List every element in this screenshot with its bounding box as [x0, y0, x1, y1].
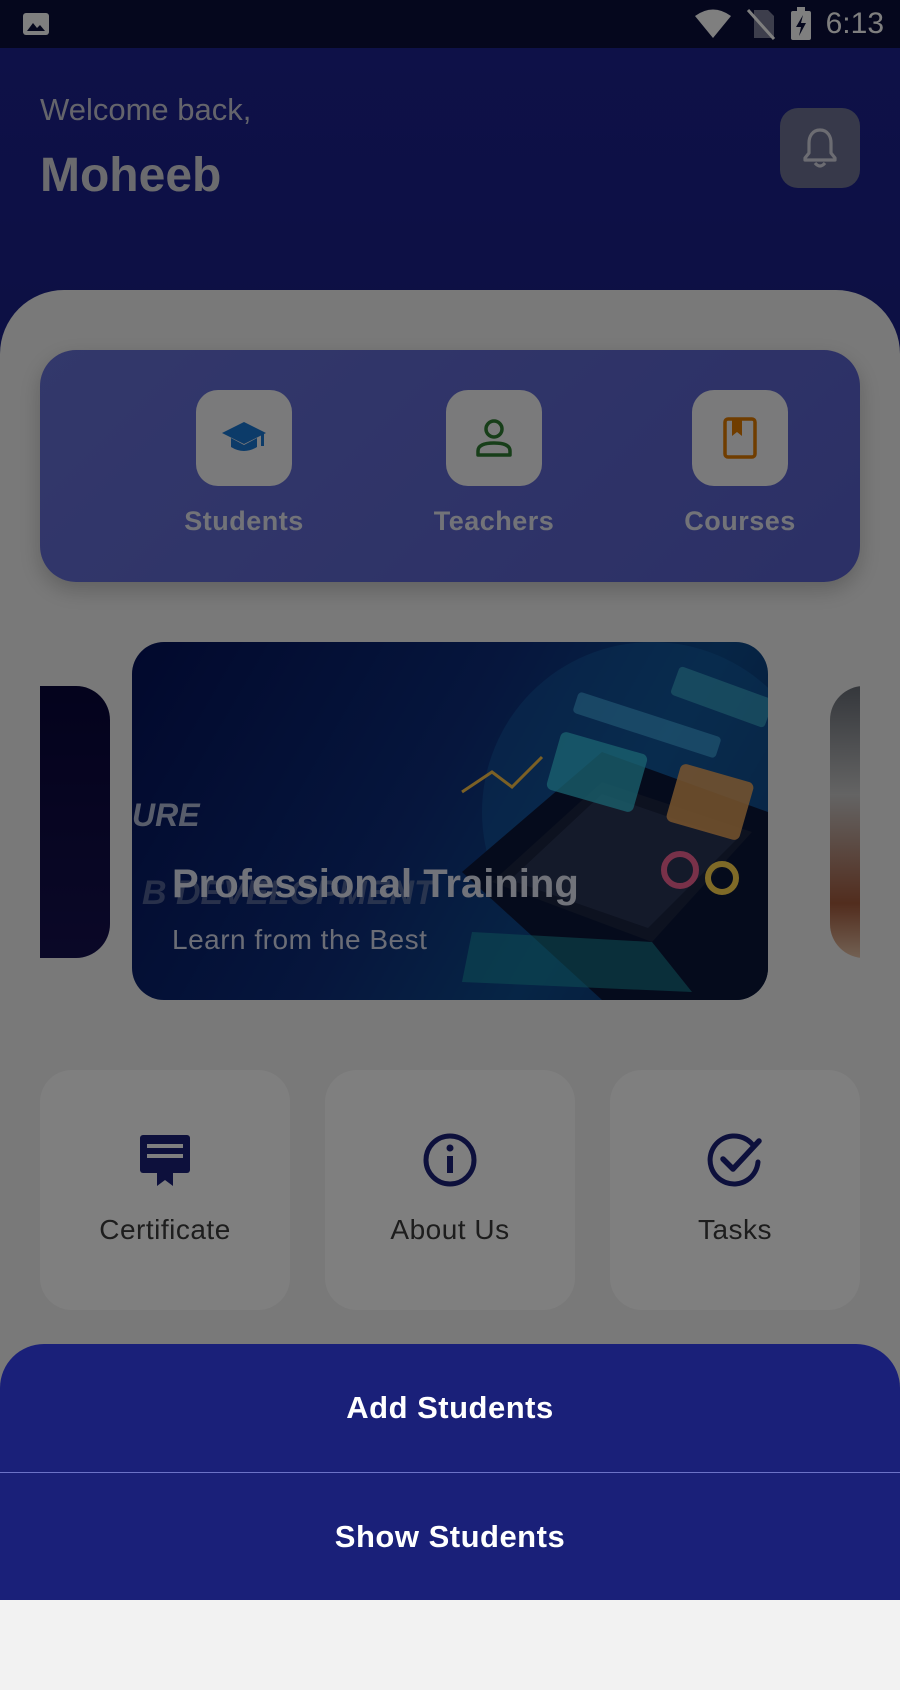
bottom-action-sheet: Add Students Show Students [0, 1344, 900, 1600]
show-students-button[interactable]: Show Students [0, 1473, 900, 1600]
add-students-button[interactable]: Add Students [0, 1344, 900, 1472]
